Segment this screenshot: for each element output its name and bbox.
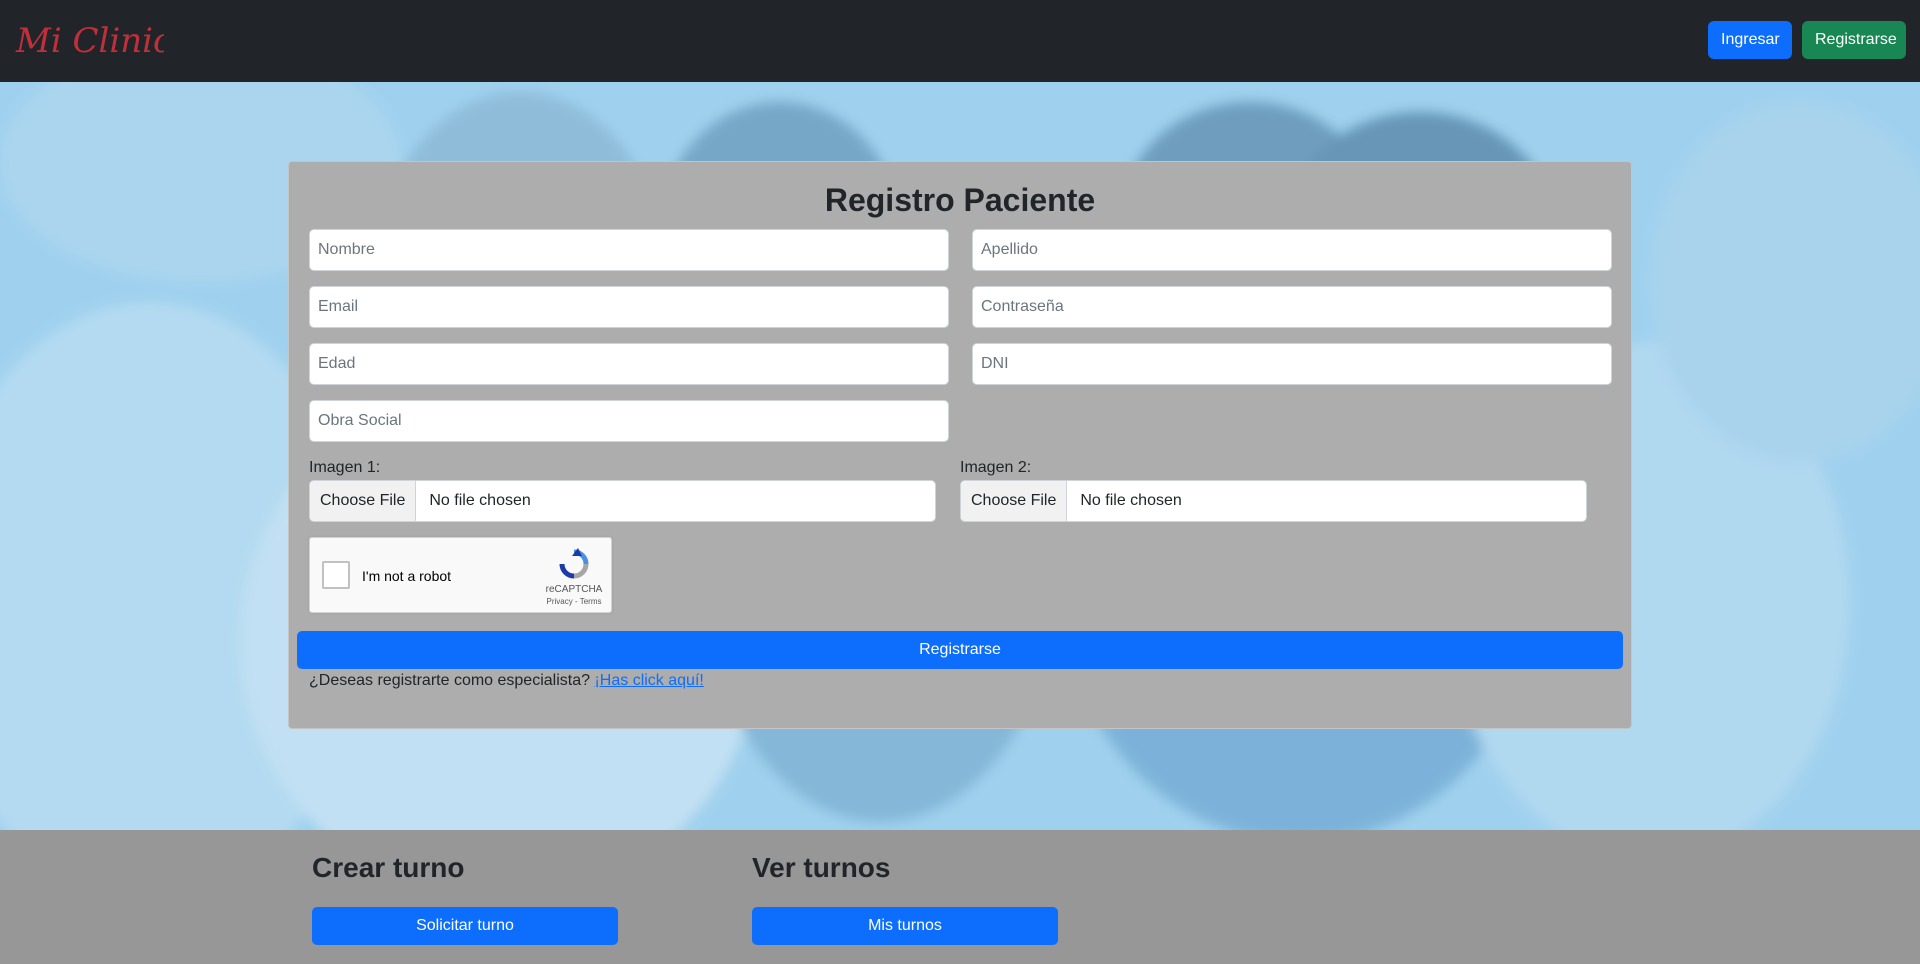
navbar: Mi Clinica Ingresar Registrarse bbox=[0, 0, 1920, 82]
appointments-section: Crear turno Solicitar turno Ver turnos M… bbox=[0, 830, 1920, 964]
ver-turnos-title: Ver turnos bbox=[752, 852, 891, 883]
apellido-input[interactable] bbox=[972, 229, 1612, 271]
nombre-input[interactable] bbox=[309, 229, 949, 271]
dni-input[interactable] bbox=[972, 343, 1612, 385]
image2-file-input[interactable]: Choose File No file chosen bbox=[960, 480, 1587, 522]
email-input[interactable] bbox=[309, 286, 949, 328]
image1-label: Imagen 1: bbox=[309, 459, 381, 476]
recaptcha-widget: I'm not a robot reCAPTCHA Privacy - Term… bbox=[309, 537, 612, 613]
image2-label: Imagen 2: bbox=[960, 459, 1032, 476]
specialist-question: ¿Deseas registrarte como especialista? bbox=[309, 672, 591, 689]
obra-social-input[interactable] bbox=[309, 400, 949, 442]
recaptcha-icon bbox=[559, 548, 589, 579]
edad-input[interactable] bbox=[309, 343, 949, 385]
register-nav-button[interactable]: Registrarse bbox=[1802, 21, 1906, 59]
register-submit-button[interactable]: Registrarse bbox=[297, 631, 1623, 669]
form-title: Registro Paciente bbox=[824, 182, 1096, 218]
solicitar-turno-button[interactable]: Solicitar turno bbox=[312, 907, 618, 945]
brand-logo[interactable]: Mi Clinica bbox=[14, 14, 164, 64]
specialist-link[interactable]: ¡Has click aquí! bbox=[594, 672, 703, 689]
choose-file-button[interactable]: Choose File bbox=[310, 481, 417, 521]
image1-file-input[interactable]: Choose File No file chosen bbox=[309, 480, 936, 522]
specialist-prompt: ¿Deseas registrarte como especialista? ¡… bbox=[309, 672, 704, 690]
svg-text:Mi Clinica: Mi Clinica bbox=[15, 21, 164, 61]
login-button[interactable]: Ingresar bbox=[1708, 21, 1792, 59]
captcha-checkbox[interactable] bbox=[322, 561, 350, 589]
captcha-links[interactable]: Privacy - Terms bbox=[544, 597, 604, 606]
choose-file-button[interactable]: Choose File bbox=[961, 481, 1068, 521]
file-status: No file chosen bbox=[1080, 492, 1182, 509]
registration-card: Registro Paciente Imagen 1: Choose File … bbox=[288, 161, 1632, 729]
captcha-label: I'm not a robot bbox=[362, 568, 452, 584]
captcha-brand: reCAPTCHA bbox=[545, 584, 603, 595]
crear-turno-title: Crear turno bbox=[312, 852, 465, 883]
mis-turnos-button[interactable]: Mis turnos bbox=[752, 907, 1058, 945]
file-status: No file chosen bbox=[429, 492, 531, 509]
password-input[interactable] bbox=[972, 286, 1612, 328]
